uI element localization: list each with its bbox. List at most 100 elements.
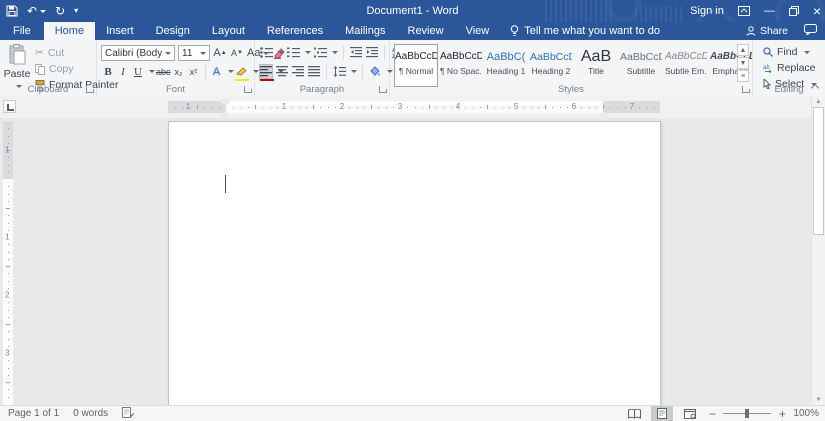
line-spacing-caret[interactable] — [351, 70, 357, 73]
style-preview: AaB — [575, 48, 617, 66]
ruler-tick — [6, 208, 10, 209]
vertical-scrollbar[interactable]: ▲ ▼ — [811, 96, 825, 405]
shading-button[interactable] — [368, 64, 382, 79]
tab-review[interactable]: Review — [397, 22, 455, 40]
close-button[interactable]: × — [813, 3, 821, 19]
font-family-combo[interactable]: Calibri (Body) — [101, 45, 175, 61]
style--normal[interactable]: AaBbCcDc¶ Normal — [394, 44, 438, 87]
increase-indent-button[interactable] — [365, 45, 379, 60]
style-heading-1[interactable]: AaBbC(Heading 1 — [484, 44, 528, 87]
styles-scroll-down-button[interactable]: ▼ — [737, 57, 749, 69]
multilevel-list-button[interactable] — [313, 45, 327, 60]
clipboard-dialog-launcher[interactable] — [86, 86, 93, 93]
zoom-slider-thumb[interactable] — [745, 409, 749, 418]
zoom-slider[interactable] — [723, 406, 771, 421]
underline-dropdown-caret[interactable] — [149, 70, 155, 73]
ruler-tick — [320, 107, 321, 108]
text-effects-button[interactable]: A — [210, 64, 224, 79]
proofing-status-button[interactable] — [122, 407, 134, 421]
read-mode-button[interactable] — [623, 406, 645, 421]
find-button[interactable]: Find — [761, 45, 819, 59]
ruler-tick — [8, 143, 9, 144]
ruler-tick — [8, 128, 9, 129]
paragraph-dialog-launcher[interactable] — [379, 86, 386, 93]
web-layout-button[interactable] — [679, 406, 701, 421]
align-right-button[interactable] — [291, 64, 305, 79]
underline-button[interactable]: U — [131, 64, 145, 79]
decrease-indent-button[interactable] — [349, 45, 363, 60]
multilevel-caret[interactable] — [332, 51, 338, 54]
strikethrough-button[interactable]: abc — [156, 64, 171, 79]
ruler-tick — [473, 107, 474, 108]
restore-button[interactable] — [789, 6, 799, 16]
ribbon-display-options-button[interactable] — [738, 6, 750, 16]
ruler-tick — [589, 107, 590, 108]
ruler-number: 6 — [572, 102, 576, 111]
word-count[interactable]: 0 words — [73, 408, 108, 419]
ruler-tick — [581, 107, 582, 108]
styles-dialog-launcher[interactable] — [742, 86, 749, 93]
tab-view[interactable]: View — [455, 22, 501, 40]
numbering-button[interactable] — [286, 45, 300, 60]
align-center-button[interactable] — [275, 64, 289, 79]
tab-selector[interactable] — [3, 100, 16, 113]
tab-layout[interactable]: Layout — [201, 22, 256, 40]
bold-button[interactable]: B — [101, 64, 115, 79]
bullets-button[interactable] — [259, 45, 273, 60]
tab-insert[interactable]: Insert — [95, 22, 145, 40]
print-layout-button[interactable] — [651, 406, 673, 421]
sign-in-button[interactable]: Sign in — [690, 5, 724, 17]
scrollbar-thumb[interactable] — [813, 107, 824, 235]
minimize-button[interactable]: — — [764, 5, 775, 17]
style--no-spac-[interactable]: AaBbCcDc¶ No Spac... — [439, 44, 483, 87]
ruler-number: 5 — [514, 102, 518, 111]
ruler-tick — [335, 107, 336, 108]
document-page[interactable] — [168, 121, 661, 405]
zoom-in-button[interactable]: + — [777, 407, 787, 421]
svg-text:ab: ab — [763, 65, 770, 71]
tab-mailings[interactable]: Mailings — [334, 22, 396, 40]
ruler-tick — [306, 107, 307, 108]
font-size-combo[interactable]: 11 — [178, 45, 210, 61]
page-count[interactable]: Page 1 of 1 — [8, 408, 59, 419]
styles-more-button[interactable]: ≡ — [737, 70, 749, 82]
styles-group-label: Styles — [390, 84, 752, 95]
line-spacing-button[interactable] — [332, 64, 346, 79]
ruler-tick — [393, 107, 394, 108]
tell-me-box[interactable]: Tell me what you want to do — [500, 22, 670, 40]
style-title[interactable]: AaBTitle — [574, 44, 618, 87]
share-button[interactable]: Share — [744, 24, 790, 38]
bullets-caret[interactable] — [278, 51, 284, 54]
style-subtitle[interactable]: AaBbCcDSubtitle — [619, 44, 663, 87]
tab-file[interactable]: File — [0, 22, 44, 40]
vertical-ruler: 1123 — [3, 121, 13, 405]
italic-button[interactable]: I — [116, 64, 130, 79]
justify-button[interactable] — [307, 64, 321, 79]
styles-scroll-up-button[interactable]: ▲ — [737, 44, 749, 56]
zoom-out-button[interactable]: − — [707, 407, 717, 421]
font-dialog-launcher[interactable] — [244, 86, 251, 93]
scroll-up-arrow[interactable]: ▲ — [812, 96, 825, 107]
comments-button[interactable] — [804, 24, 817, 38]
find-caret[interactable] — [804, 51, 810, 54]
subscript-button[interactable]: x₂ — [172, 64, 186, 79]
scroll-down-arrow[interactable]: ▼ — [812, 394, 825, 405]
numbering-caret[interactable] — [305, 51, 311, 54]
style-subtle-em-[interactable]: AaBbCcDtSubtle Em... — [664, 44, 708, 87]
tab-design[interactable]: Design — [145, 22, 201, 40]
text-highlight-button[interactable] — [235, 64, 249, 79]
superscript-button[interactable]: x² — [187, 64, 201, 79]
zoom-level[interactable]: 100% — [793, 408, 819, 419]
ruler-tick — [212, 107, 213, 108]
style-heading-2[interactable]: AaBbCcDHeading 2 — [529, 44, 573, 87]
text-effects-caret[interactable] — [228, 70, 234, 73]
align-right-icon — [292, 66, 304, 77]
tab-home[interactable]: Home — [44, 22, 95, 40]
tab-references[interactable]: References — [256, 22, 334, 40]
replace-button[interactable]: ab Replace — [761, 61, 819, 75]
grow-font-button[interactable]: A▲ — [213, 46, 227, 61]
align-left-button[interactable] — [259, 64, 273, 79]
align-center-icon — [276, 66, 288, 77]
shrink-font-button[interactable]: A▼ — [230, 46, 244, 61]
style-name: Title — [575, 66, 617, 76]
